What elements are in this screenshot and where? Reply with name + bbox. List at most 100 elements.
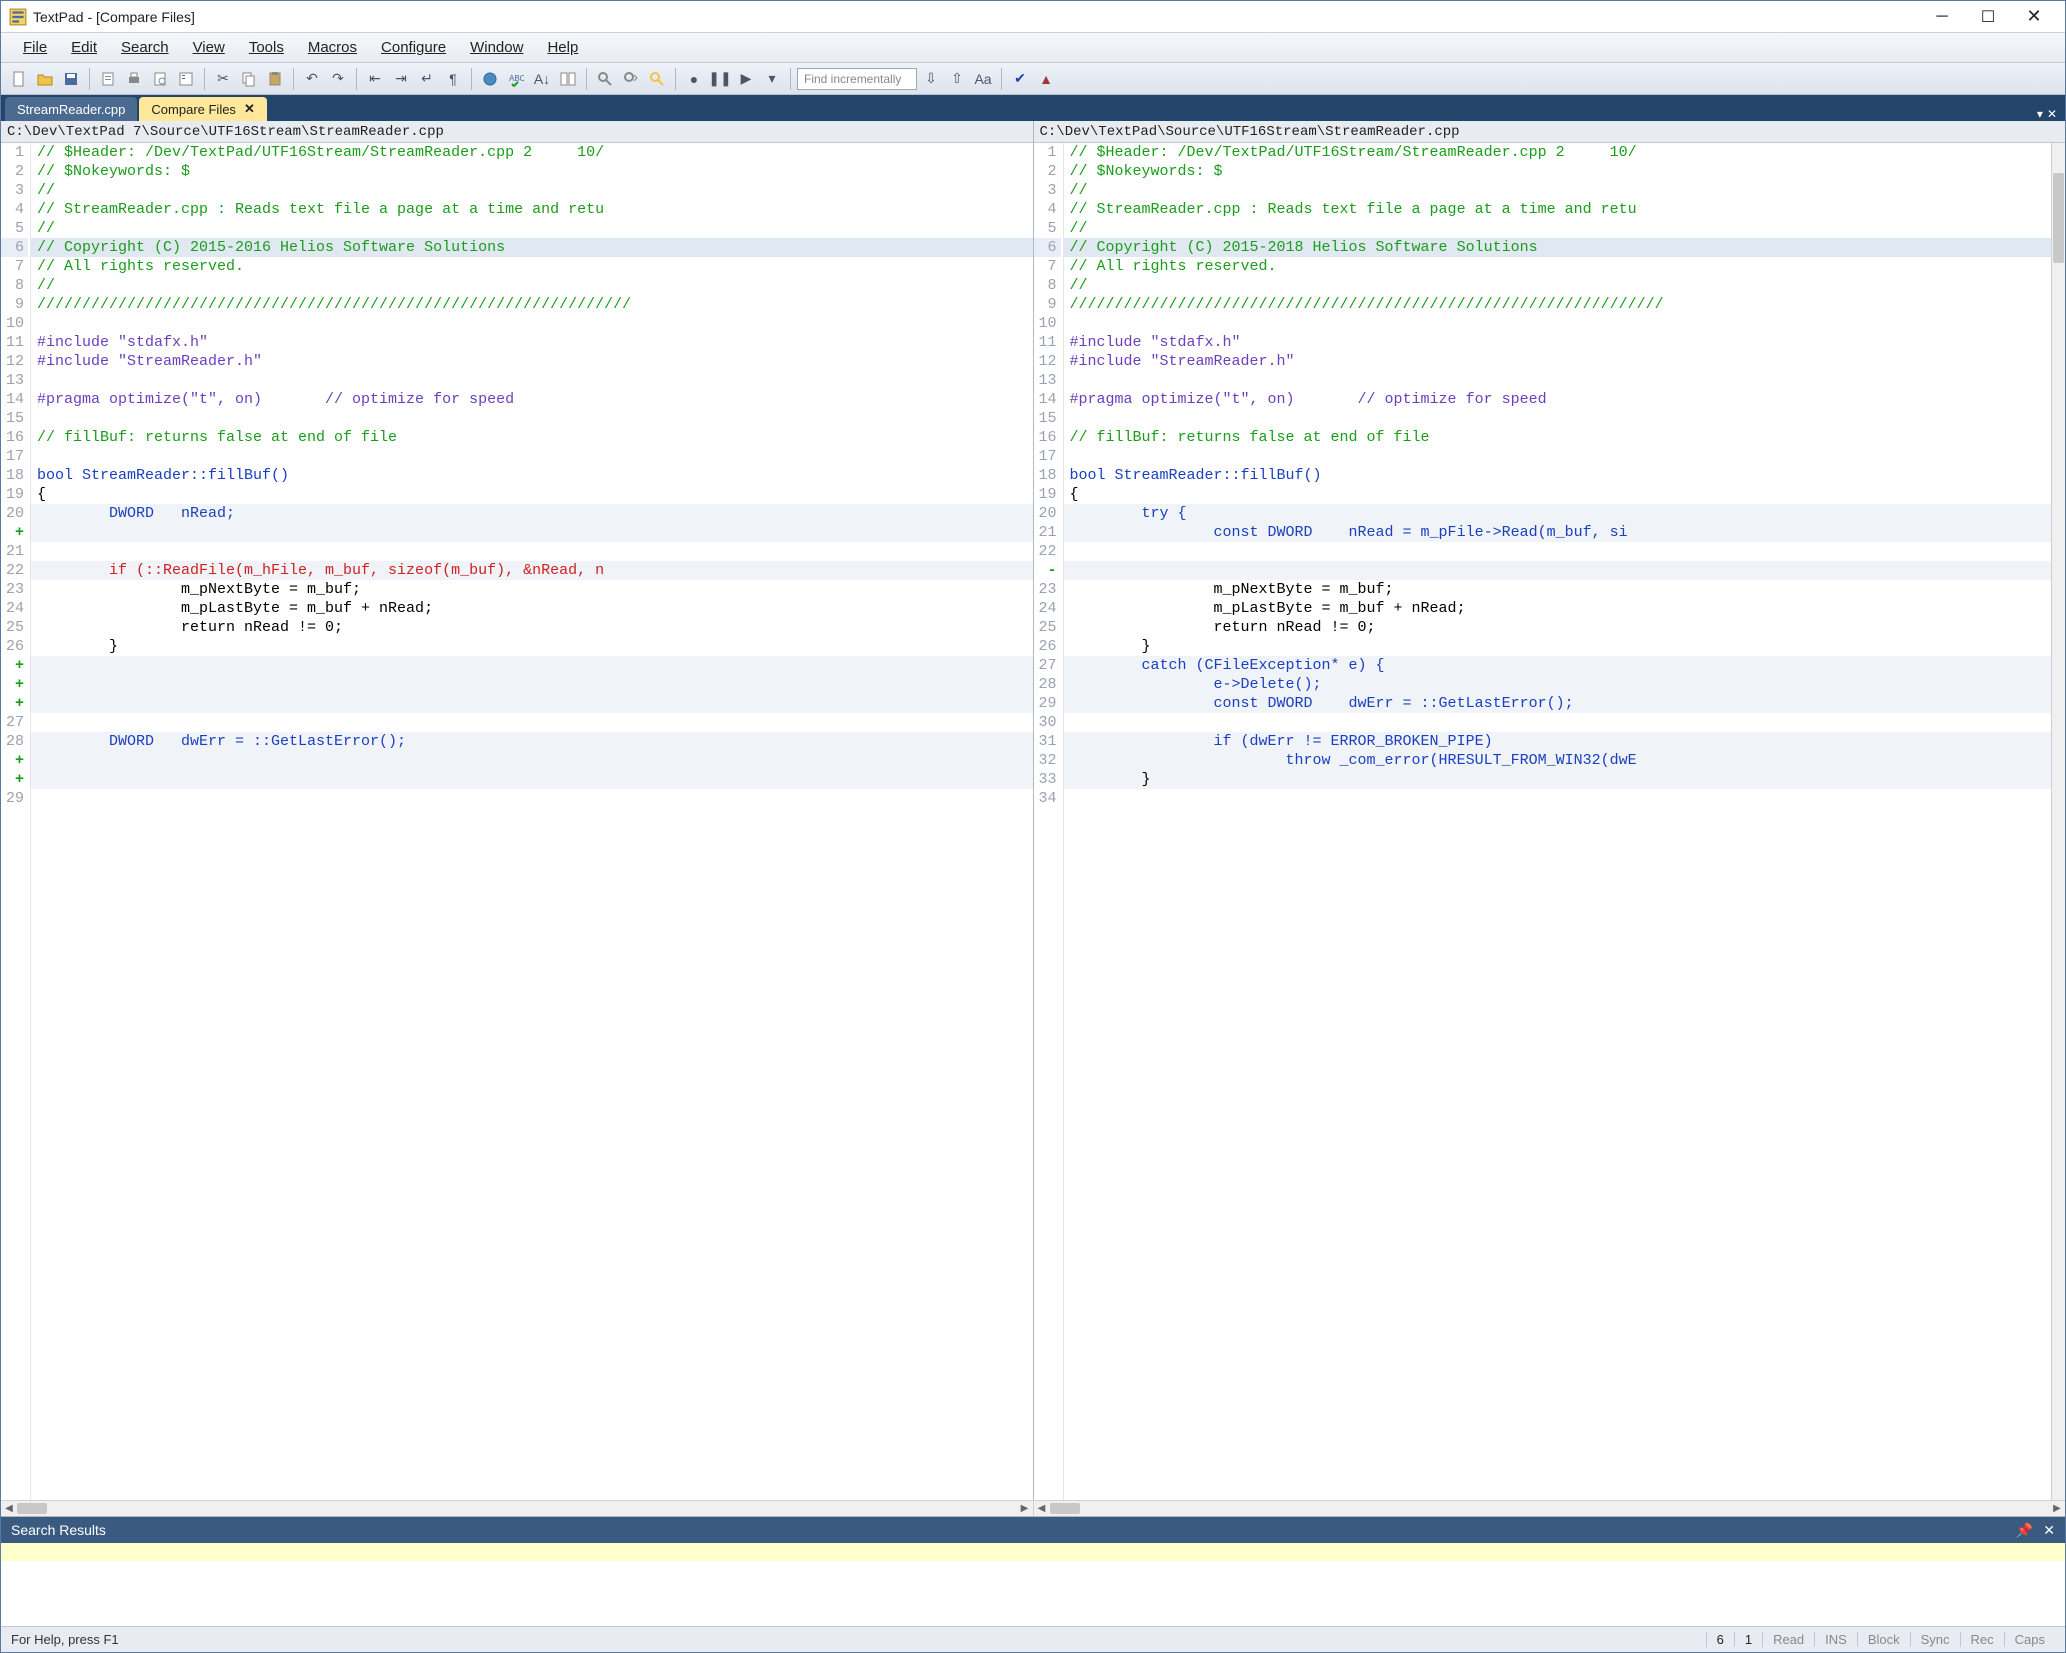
code-line[interactable]: { (31, 485, 1033, 504)
code-line[interactable]: bool StreamReader::fillBuf() (1064, 466, 2052, 485)
find-in-files-icon[interactable] (645, 67, 669, 91)
right-hscroll[interactable]: ◀ ▶ (1034, 1501, 2066, 1516)
find-up-icon[interactable]: ⇧ (945, 67, 969, 91)
find-incremental-input[interactable]: Find incrementally (797, 68, 917, 90)
code-line[interactable]: e->Delete(); (1064, 675, 2052, 694)
code-line[interactable] (31, 789, 1033, 808)
code-line[interactable] (1064, 409, 2052, 428)
code-line[interactable]: // $Nokeywords: $ (31, 162, 1033, 181)
tabbar-close-icon[interactable]: ✕ (2047, 107, 2057, 121)
spellcheck-icon[interactable]: ABC (504, 67, 528, 91)
code-line[interactable]: // All rights reserved. (31, 257, 1033, 276)
web-icon[interactable] (478, 67, 502, 91)
code-line[interactable]: // (31, 219, 1033, 238)
code-line[interactable] (1064, 542, 2052, 561)
code-line[interactable]: // StreamReader.cpp : Reads text file a … (1064, 200, 2052, 219)
code-line[interactable] (31, 713, 1033, 732)
code-line[interactable]: #pragma optimize("t", on) // optimize fo… (1064, 390, 2052, 409)
show-paragraph-icon[interactable]: ¶ (441, 67, 465, 91)
tab-compare-files[interactable]: Compare Files ✕ (139, 97, 266, 121)
code-line[interactable] (1064, 713, 2052, 732)
code-line[interactable]: // fillBuf: returns false at end of file (1064, 428, 2052, 447)
code-line[interactable]: { (1064, 485, 2052, 504)
code-line[interactable] (31, 371, 1033, 390)
code-line[interactable]: #include "stdafx.h" (31, 333, 1033, 352)
code-line[interactable]: } (31, 637, 1033, 656)
compare-icon[interactable] (556, 67, 580, 91)
code-line[interactable]: const DWORD nRead = m_pFile->Read(m_buf,… (1064, 523, 2052, 542)
indent-right-icon[interactable]: ⇥ (389, 67, 413, 91)
play-macro-icon[interactable]: ▶ (734, 67, 758, 91)
code-line[interactable] (31, 447, 1033, 466)
code-line[interactable] (31, 770, 1033, 789)
sort-icon[interactable]: A↓ (530, 67, 554, 91)
undo-icon[interactable]: ↶ (300, 67, 324, 91)
menu-window[interactable]: Window (458, 35, 535, 60)
code-line[interactable]: // Copyright (C) 2015-2016 Helios Softwa… (31, 238, 1033, 257)
code-line[interactable]: DWORD nRead; (31, 504, 1033, 523)
code-line[interactable]: } (1064, 637, 2052, 656)
left-hscroll[interactable]: ◀ ▶ (1, 1501, 1034, 1516)
tab-close-icon[interactable]: ✕ (244, 101, 255, 117)
menu-search[interactable]: Search (109, 35, 181, 60)
code-line[interactable]: // (1064, 219, 2052, 238)
code-line[interactable]: m_pNextByte = m_buf; (31, 580, 1033, 599)
tabbar-dropdown-icon[interactable]: ▾ (2037, 107, 2043, 121)
word-wrap-icon[interactable]: ↵ (415, 67, 439, 91)
code-line[interactable] (31, 694, 1033, 713)
code-line[interactable]: // Copyright (C) 2015-2018 Helios Softwa… (1064, 238, 2052, 257)
copy-icon[interactable] (237, 67, 261, 91)
cut-icon[interactable]: ✂ (211, 67, 235, 91)
code-line[interactable] (1064, 789, 2052, 808)
code-line[interactable]: // $Nokeywords: $ (1064, 162, 2052, 181)
code-line[interactable]: // StreamReader.cpp : Reads text file a … (31, 200, 1033, 219)
code-line[interactable] (1064, 561, 2052, 580)
code-line[interactable] (1064, 314, 2052, 333)
code-line[interactable] (1064, 371, 2052, 390)
document-icon[interactable] (96, 67, 120, 91)
find-down-icon[interactable]: ⇩ (919, 67, 943, 91)
pin-icon[interactable]: 📌 (2016, 1522, 2033, 1539)
search-results-header[interactable]: Search Results 📌 ✕ (1, 1517, 2065, 1543)
paste-icon[interactable] (263, 67, 287, 91)
close-button[interactable]: ✕ (2011, 2, 2057, 32)
code-line[interactable] (1064, 447, 2052, 466)
maximize-button[interactable]: ☐ (1965, 2, 2011, 32)
pause-macro-icon[interactable]: ❚❚ (708, 67, 732, 91)
up-caret-icon[interactable]: ▲ (1034, 67, 1058, 91)
code-line[interactable]: // $Header: /Dev/TextPad/UTF16Stream/Str… (1064, 143, 2052, 162)
menu-help[interactable]: Help (535, 35, 590, 60)
code-line[interactable]: try { (1064, 504, 2052, 523)
menu-macros[interactable]: Macros (296, 35, 369, 60)
code-line[interactable]: // All rights reserved. (1064, 257, 2052, 276)
code-line[interactable]: bool StreamReader::fillBuf() (31, 466, 1033, 485)
check-icon[interactable]: ✔ (1008, 67, 1032, 91)
code-line[interactable]: m_pNextByte = m_buf; (1064, 580, 2052, 599)
vertical-scrollbar[interactable] (2051, 143, 2065, 1500)
code-line[interactable]: #include "StreamReader.h" (1064, 352, 2052, 371)
code-line[interactable]: if (dwErr != ERROR_BROKEN_PIPE) (1064, 732, 2052, 751)
left-code-body[interactable]: 1234567891011121314151617181920+21222324… (1, 143, 1033, 1500)
code-line[interactable]: ////////////////////////////////////////… (1064, 295, 2052, 314)
print-icon[interactable] (122, 67, 146, 91)
menu-edit[interactable]: Edit (59, 35, 109, 60)
new-file-icon[interactable] (7, 67, 31, 91)
code-line[interactable] (31, 751, 1033, 770)
code-line[interactable]: // (31, 276, 1033, 295)
minimize-button[interactable]: ─ (1919, 2, 1965, 32)
code-line[interactable]: m_pLastByte = m_buf + nRead; (31, 599, 1033, 618)
save-icon[interactable] (59, 67, 83, 91)
search-results-body[interactable] (1, 1543, 2065, 1626)
code-line[interactable]: m_pLastByte = m_buf + nRead; (1064, 599, 2052, 618)
menu-file[interactable]: File (11, 35, 59, 60)
code-line[interactable]: #pragma optimize("t", on) // optimize fo… (31, 390, 1033, 409)
find-next-icon[interactable] (619, 67, 643, 91)
code-line[interactable]: const DWORD dwErr = ::GetLastError(); (1064, 694, 2052, 713)
code-line[interactable]: #include "StreamReader.h" (31, 352, 1033, 371)
open-file-icon[interactable] (33, 67, 57, 91)
right-code-body[interactable]: 12345678910111213141516171819202122-2324… (1034, 143, 2066, 1500)
code-line[interactable]: catch (CFileException* e) { (1064, 656, 2052, 675)
redo-icon[interactable]: ↷ (326, 67, 350, 91)
code-line[interactable]: ////////////////////////////////////////… (31, 295, 1033, 314)
code-line[interactable]: if (::ReadFile(m_hFile, m_buf, sizeof(m_… (31, 561, 1033, 580)
